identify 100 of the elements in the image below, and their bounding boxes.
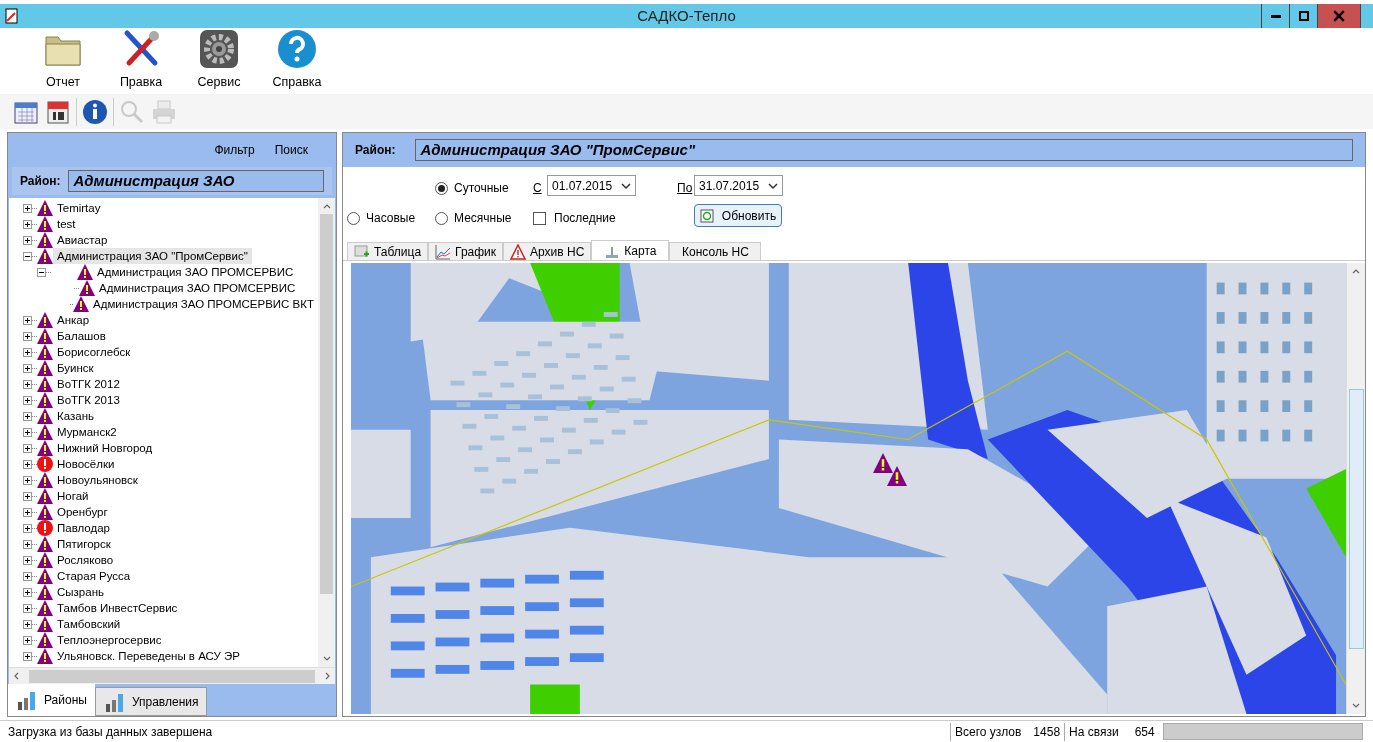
expand-icon[interactable] [23, 619, 32, 629]
expand-icon[interactable] [23, 635, 32, 645]
tree-item[interactable]: Администрация ЗАО ПРОМСЕРВИС [95, 280, 300, 296]
expand-icon[interactable] [23, 523, 32, 533]
tree-item[interactable]: Анкар [53, 312, 94, 328]
expand-icon[interactable] [23, 571, 32, 581]
expand-icon[interactable] [23, 395, 32, 405]
tree-item[interactable]: Новоульяновск [53, 472, 142, 488]
tree-item[interactable]: Борисоглебск [53, 344, 135, 360]
line-chart-icon [435, 243, 452, 260]
tree-item[interactable]: Старая Русса [53, 568, 135, 584]
warning-icon [37, 376, 53, 392]
gear-icon [199, 29, 239, 70]
refresh-button[interactable]: Обновить [694, 204, 782, 227]
toolbar-button[interactable]: Справка [258, 29, 336, 94]
expand-icon[interactable] [23, 427, 32, 437]
warning-icon [37, 616, 53, 632]
collapse-icon[interactable] [23, 251, 32, 261]
tree-item[interactable]: Балашов [53, 328, 110, 344]
tree-item[interactable]: Ногай [53, 488, 93, 504]
tree-item[interactable]: Новосёлки [53, 456, 119, 472]
expand-icon[interactable] [23, 443, 32, 453]
expand-icon[interactable] [23, 363, 32, 373]
tree-item[interactable]: Администрация ЗАО "ПромСервис" [53, 248, 252, 264]
tree-item[interactable]: Администрация ЗАО ПРОМСЕРВИС [93, 264, 298, 280]
expand-icon[interactable] [23, 203, 32, 213]
view-tab[interactable]: Таблица [347, 242, 429, 260]
field-label: Район: [355, 142, 396, 159]
toolbar-button[interactable]: Правка [102, 29, 180, 94]
panel-tab[interactable]: Управления [94, 687, 208, 716]
tree-item[interactable]: Росляково [53, 552, 118, 568]
expand-icon[interactable] [23, 587, 32, 597]
radio-button[interactable] [435, 181, 448, 195]
warning-icon [37, 312, 53, 328]
panel-link[interactable]: Фильтр [214, 141, 255, 159]
tree-item[interactable]: Павлодар [53, 520, 114, 536]
collapse-icon[interactable] [37, 267, 46, 277]
expand-icon[interactable] [23, 347, 32, 357]
radio-button[interactable] [347, 211, 360, 225]
warning-icon [37, 200, 53, 216]
expand-icon[interactable] [23, 411, 32, 421]
panel-tab[interactable]: Районы [8, 684, 95, 716]
view-tab[interactable]: График [428, 242, 504, 260]
checkbox-label: Последние [554, 210, 616, 227]
expand-icon[interactable] [23, 475, 32, 485]
tree-item[interactable]: ВоТГК 2013 [53, 392, 124, 408]
warning-icon [37, 568, 53, 584]
expand-icon[interactable] [23, 331, 32, 341]
warning-icon [37, 360, 53, 376]
horizontal-scrollbar[interactable] [9, 667, 335, 684]
view-tab[interactable]: Архив НС [503, 242, 592, 260]
window-title: САДКО-Тепло [637, 5, 736, 26]
radio-button[interactable] [435, 211, 448, 225]
expand-icon[interactable] [23, 651, 32, 661]
expand-icon[interactable] [23, 315, 32, 325]
view-tab[interactable]: Карта [591, 240, 670, 260]
tree-item[interactable]: Теплоэнергосервис [53, 632, 166, 648]
tree-item[interactable]: Пятигорск [53, 536, 115, 552]
date-dropdown[interactable]: 01.07.2015 [547, 175, 636, 196]
expand-icon[interactable] [23, 603, 32, 613]
vertical-scrollbar[interactable] [318, 198, 335, 667]
tree-item[interactable]: Мурманск2 [53, 424, 121, 440]
warning-icon [77, 264, 93, 280]
tree-item[interactable]: Ульяновск. Переведены в АСУ ЭР [53, 648, 244, 664]
tree-item[interactable]: Тамбов ИнвестСервис [53, 600, 182, 616]
tree-item[interactable]: Temirtay [53, 200, 105, 216]
date-dropdown[interactable]: 31.07.2015 [694, 175, 783, 196]
city-map-drawing[interactable] [351, 263, 1346, 714]
tree-item[interactable]: Оренбург [53, 504, 112, 520]
tree-item[interactable]: Казань [53, 408, 98, 424]
chevron-down-icon [768, 180, 778, 191]
warning-icon [37, 424, 53, 440]
checkbox[interactable] [533, 211, 546, 225]
expand-icon[interactable] [23, 555, 32, 565]
warning-icon [37, 216, 53, 232]
tree-item[interactable]: Авиастар [53, 232, 112, 248]
warning-icon [37, 600, 53, 616]
tree-item[interactable]: Нижний Новгород [53, 440, 157, 456]
expand-icon[interactable] [23, 507, 32, 517]
close-button[interactable] [1317, 4, 1361, 28]
table-icon [354, 243, 370, 260]
expand-icon[interactable] [23, 219, 32, 229]
info-icon[interactable] [81, 97, 109, 126]
expand-icon[interactable] [23, 235, 32, 245]
tree-item[interactable]: test [53, 216, 80, 232]
tree-item[interactable]: Администрация ЗАО ПРОМСЕРВИС ВКТ [89, 296, 318, 312]
vertical-scrollbar[interactable] [1346, 263, 1365, 714]
tree-item[interactable]: Тамбовский [53, 616, 125, 632]
view-tab[interactable]: Консоль НС [669, 242, 762, 260]
toolbar-button[interactable]: Сервис [180, 29, 258, 94]
panel-link[interactable]: Поиск [274, 141, 308, 159]
toolbar-button[interactable]: Отчет [24, 29, 102, 94]
radio-label: Месячные [454, 210, 512, 227]
expand-icon[interactable] [23, 539, 32, 549]
expand-icon[interactable] [23, 459, 32, 469]
expand-icon[interactable] [23, 379, 32, 389]
tree-item[interactable]: Буинск [53, 360, 98, 376]
tree-item[interactable]: ВоТГК 2012 [53, 376, 124, 392]
tree-item[interactable]: Сызрань [53, 584, 108, 600]
expand-icon[interactable] [23, 491, 32, 501]
